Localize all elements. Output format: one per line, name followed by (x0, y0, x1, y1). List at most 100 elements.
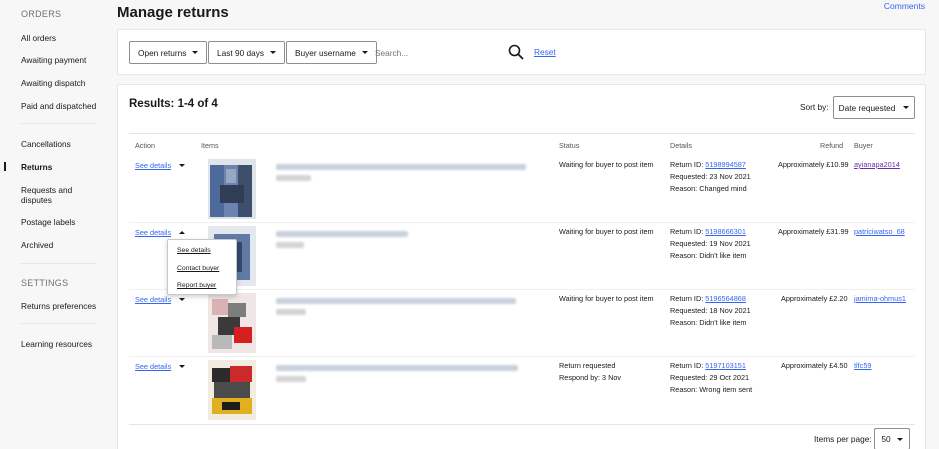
item-thumbnail[interactable] (206, 293, 258, 353)
sidebar-item-archived[interactable]: Archived (21, 240, 101, 250)
return-id-label: Return ID: (670, 160, 704, 169)
status-filter-dropdown[interactable]: Open returns (129, 41, 208, 64)
buyer-link[interactable]: jamima-ohmus1 (854, 293, 906, 305)
page-title: Manage returns (117, 4, 229, 21)
status-text: Waiting for buyer to post item (559, 294, 654, 303)
return-id-link[interactable]: 5196564868 (705, 294, 746, 303)
return-reason: Reason: Didn't like item (670, 318, 747, 327)
sidebar-item-returns[interactable]: Returns (21, 162, 101, 172)
item-thumbnail[interactable] (206, 159, 258, 219)
see-details-link[interactable]: See details (135, 362, 171, 371)
item-image (208, 293, 256, 353)
see-details-control[interactable]: See details (135, 295, 186, 304)
see-details-control[interactable]: See details (135, 228, 186, 237)
chevron-down-icon (192, 51, 199, 54)
sidebar-item-awaiting-payment[interactable]: Awaiting payment (21, 55, 101, 65)
item-subtitle-redacted (276, 309, 306, 315)
buyer-link[interactable]: patriciwatso_68 (854, 226, 905, 238)
requested-date: Requested: 23 Nov 2021 (670, 172, 751, 181)
item-image (208, 360, 256, 420)
results-count: Results: 1-4 of 4 (129, 98, 218, 110)
sidebar: ORDERS All orders Awaiting payment Await… (0, 0, 106, 449)
sidebar-divider (21, 123, 97, 124)
search-field-label: Buyer username (295, 47, 356, 58)
sidebar-item-learning-resources[interactable]: Learning resources (21, 339, 101, 349)
item-image (208, 159, 256, 219)
period-filter-label: Last 90 days (217, 47, 265, 58)
chevron-down-icon[interactable] (179, 365, 186, 368)
requested-date: Requested: 29 Oct 2021 (670, 373, 750, 382)
return-id-label: Return ID: (670, 361, 704, 370)
buyer-link[interactable]: tlfc59 (854, 360, 871, 372)
chevron-up-icon[interactable] (179, 231, 186, 234)
items-per-page-dropdown[interactable]: 50 (874, 428, 910, 449)
refund-amount: Approximately £10.99 (778, 160, 849, 169)
return-reason: Reason: Wrong item sent (670, 385, 753, 394)
item-subtitle-redacted (276, 242, 304, 248)
status-text: Waiting for buyer to post item (559, 160, 654, 169)
see-details-control[interactable]: See details (135, 362, 186, 371)
sort-label: Sort by: (800, 102, 829, 112)
chevron-down-icon (896, 437, 903, 441)
sidebar-divider (21, 323, 97, 324)
chevron-down-icon[interactable] (179, 164, 186, 167)
column-header-status: Status (559, 141, 580, 150)
table-row: See details Waiting for buyer to post it… (118, 223, 927, 290)
chevron-down-icon (270, 51, 277, 54)
sidebar-item-all-orders[interactable]: All orders (21, 33, 101, 43)
refund-amount: Approximately £4.50 (781, 361, 848, 370)
return-details: Return ID: 5198666301 Requested: 19 Nov … (670, 226, 751, 262)
status-filter-label: Open returns (138, 47, 187, 58)
reset-link[interactable]: Reset (534, 47, 556, 57)
see-details-link[interactable]: See details (135, 161, 171, 170)
sidebar-item-requests-disputes[interactable]: Requests and disputes (21, 185, 101, 205)
menu-item-see-details[interactable]: See details (177, 247, 211, 254)
menu-item-report-buyer[interactable]: Report buyer (177, 282, 216, 289)
column-header-refund: Refund (820, 141, 844, 150)
return-id-link[interactable]: 5198994587 (705, 160, 746, 169)
respond-by: Respond by: 3 Nov (559, 373, 622, 382)
status-text: Waiting for buyer to post item (559, 227, 654, 236)
return-reason: Reason: Changed mind (670, 184, 747, 193)
table-divider (129, 133, 915, 134)
chevron-down-icon[interactable] (179, 298, 186, 301)
sidebar-item-paid-dispatched[interactable]: Paid and dispatched (21, 101, 101, 111)
sort-value: Date requested (838, 102, 896, 113)
active-item-marker (4, 162, 6, 171)
search-icon[interactable] (508, 44, 524, 60)
return-reason: Reason: Didn't like item (670, 251, 747, 260)
item-subtitle-redacted (276, 376, 306, 382)
sort-dropdown[interactable]: Date requested (833, 96, 915, 119)
orders-heading: ORDERS (21, 9, 62, 19)
comments-link[interactable]: Comments (884, 1, 925, 11)
item-title-redacted (276, 231, 408, 237)
see-details-link[interactable]: See details (135, 295, 171, 304)
see-details-control[interactable]: See details (135, 161, 186, 170)
sidebar-item-cancellations[interactable]: Cancellations (21, 139, 101, 149)
page: ORDERS All orders Awaiting payment Await… (0, 0, 939, 449)
column-header-details: Details (670, 141, 692, 150)
table-row: See details Waiting for buyer to post it… (118, 156, 927, 223)
sidebar-item-returns-preferences[interactable]: Returns preferences (21, 301, 101, 311)
see-details-link[interactable]: See details (135, 228, 171, 237)
column-header-buyer: Buyer (854, 141, 873, 150)
return-id-link[interactable]: 5197103151 (705, 361, 746, 370)
item-thumbnail[interactable] (206, 360, 258, 420)
table-row: See details Waiting for buyer to post it… (118, 290, 927, 357)
search-input[interactable] (375, 41, 503, 64)
item-title-redacted (276, 298, 516, 304)
period-filter-dropdown[interactable]: Last 90 days (208, 41, 286, 64)
item-title-redacted (276, 365, 518, 371)
requested-date: Requested: 19 Nov 2021 (670, 239, 751, 248)
sidebar-item-postage-labels[interactable]: Postage labels (21, 217, 101, 227)
chevron-down-icon (361, 51, 368, 54)
menu-item-contact-buyer[interactable]: Contact buyer (177, 265, 219, 272)
return-id-link[interactable]: 5198666301 (705, 227, 746, 236)
search-field-dropdown[interactable]: Buyer username (286, 41, 377, 64)
refund-amount: Approximately £31.99 (778, 227, 849, 236)
buyer-link[interactable]: ayianapa2014 (854, 159, 900, 171)
column-header-action: Action (135, 141, 155, 150)
settings-heading: SETTINGS (21, 278, 69, 288)
sidebar-item-awaiting-dispatch[interactable]: Awaiting dispatch (21, 78, 101, 88)
return-id-label: Return ID: (670, 294, 704, 303)
